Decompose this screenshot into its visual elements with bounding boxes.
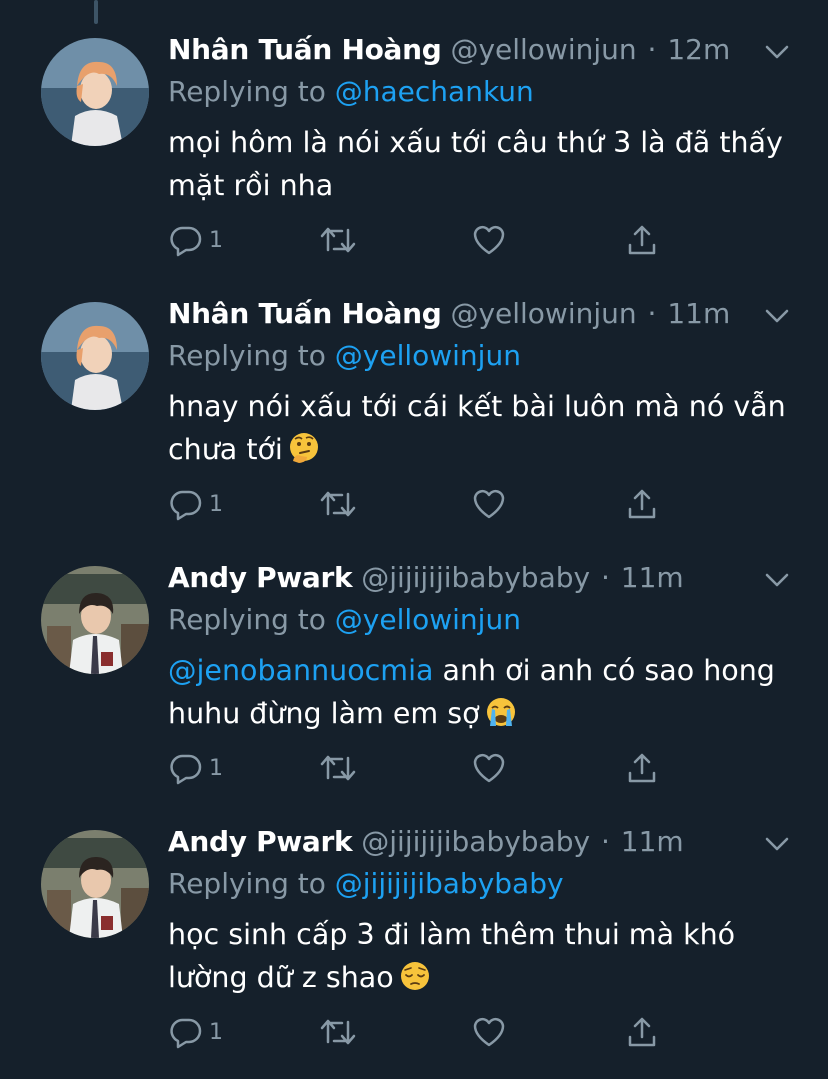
retweet-button[interactable] xyxy=(319,486,357,522)
share-button[interactable] xyxy=(625,486,659,522)
tweet-thread: Nhân Tuấn Hoàng @yellowinjun · 12m Reply… xyxy=(0,0,828,1079)
replying-to: Replying to @haechankun xyxy=(168,72,534,112)
tweet-body-text: hnay nói xấu tới cái kết bài luôn mà nó … xyxy=(168,390,786,466)
thinking-face-emoji xyxy=(287,431,321,465)
tweet-text: mọi hôm là nói xấu tới câu thứ 3 là đã t… xyxy=(168,121,788,207)
display-name[interactable]: Nhân Tuấn Hoàng xyxy=(168,33,442,66)
share-icon xyxy=(628,1017,656,1047)
tweet-text: hnay nói xấu tới cái kết bài luôn mà nó … xyxy=(168,385,788,471)
tweet-actions: 1 xyxy=(0,750,828,786)
retweet-button[interactable] xyxy=(319,222,357,258)
display-name[interactable]: Andy Pwark xyxy=(168,825,353,858)
retweet-button[interactable] xyxy=(319,750,357,786)
reply-count: 1 xyxy=(209,1019,223,1045)
crying-face-emoji xyxy=(484,695,518,729)
tweet[interactable]: Nhân Tuấn Hoàng @yellowinjun · 12m Reply… xyxy=(0,0,828,264)
tweet-body-text: học sinh cấp 3 đi làm thêm thui mà khó l… xyxy=(168,918,736,994)
reply-icon xyxy=(170,490,202,521)
heart-icon xyxy=(473,753,505,783)
replying-to: Replying to @yellowinjun xyxy=(168,336,521,376)
tweet[interactable]: Andy Pwark @jijijijibabybaby · 11m Reply… xyxy=(0,528,828,792)
user-handle[interactable]: @jijijijibabybaby xyxy=(361,825,590,858)
retweet-icon xyxy=(320,491,356,517)
separator-dot: · xyxy=(600,561,610,594)
tweet[interactable]: Nhân Tuấn Hoàng @yellowinjun · 11m Reply… xyxy=(0,264,828,528)
timestamp[interactable]: 11m xyxy=(667,297,730,330)
tweet-header: Andy Pwark @jijijijibabybaby · 11m xyxy=(168,822,684,862)
like-button[interactable] xyxy=(472,1014,506,1050)
reply-button[interactable]: 1 xyxy=(169,750,223,786)
avatar[interactable] xyxy=(41,302,149,410)
reply-count: 1 xyxy=(209,227,223,253)
replying-to-mention[interactable]: @yellowinjun xyxy=(335,603,521,636)
separator-dot: · xyxy=(600,825,610,858)
replying-to-mention[interactable]: @yellowinjun xyxy=(335,339,521,372)
avatar[interactable] xyxy=(41,830,149,938)
tweet-actions: 1 xyxy=(0,1014,828,1050)
share-button[interactable] xyxy=(625,1014,659,1050)
replying-to-label: Replying to xyxy=(168,603,326,636)
replying-to-mention[interactable]: @jijijijibabybaby xyxy=(335,867,564,900)
chevron-down-icon[interactable] xyxy=(760,568,794,592)
separator-dot: · xyxy=(647,33,657,66)
tweet-text: @jenobannuocmia anh ơi anh có sao hong h… xyxy=(168,649,788,735)
retweet-icon xyxy=(320,1019,356,1045)
reply-button[interactable]: 1 xyxy=(169,1014,223,1050)
user-handle[interactable]: @jijijijibabybaby xyxy=(361,561,590,594)
reply-count: 1 xyxy=(209,755,223,781)
chevron-down-icon[interactable] xyxy=(760,304,794,328)
replying-to-label: Replying to xyxy=(168,867,326,900)
reply-count: 1 xyxy=(209,491,223,517)
replying-to: Replying to @jijijijibabybaby xyxy=(168,864,564,904)
display-name[interactable]: Andy Pwark xyxy=(168,561,353,594)
reply-icon xyxy=(170,754,202,785)
replying-to-mention[interactable]: @haechankun xyxy=(335,75,534,108)
reply-button[interactable]: 1 xyxy=(169,222,223,258)
timestamp[interactable]: 12m xyxy=(667,33,730,66)
heart-icon xyxy=(473,225,505,255)
retweet-icon xyxy=(320,227,356,253)
timestamp[interactable]: 11m xyxy=(621,561,684,594)
user-handle[interactable]: @yellowinjun xyxy=(450,33,636,66)
tweet-header: Andy Pwark @jijijijibabybaby · 11m xyxy=(168,558,684,598)
replying-to: Replying to @yellowinjun xyxy=(168,600,521,640)
retweet-button[interactable] xyxy=(319,1014,357,1050)
replying-to-label: Replying to xyxy=(168,75,326,108)
heart-icon xyxy=(473,489,505,519)
tweet-actions: 1 xyxy=(0,486,828,522)
body-mention-link[interactable]: @jenobannuocmia xyxy=(168,654,433,687)
separator-dot: · xyxy=(647,297,657,330)
retweet-icon xyxy=(320,755,356,781)
display-name[interactable]: Nhân Tuấn Hoàng xyxy=(168,297,442,330)
share-icon xyxy=(628,225,656,255)
tweet-text: học sinh cấp 3 đi làm thêm thui mà khó l… xyxy=(168,913,788,999)
tweet[interactable]: Andy Pwark @jijijijibabybaby · 11m Reply… xyxy=(0,792,828,1056)
reply-button[interactable]: 1 xyxy=(169,486,223,522)
like-button[interactable] xyxy=(472,486,506,522)
like-button[interactable] xyxy=(472,750,506,786)
tweet-actions: 1 xyxy=(0,222,828,258)
avatar[interactable] xyxy=(41,566,149,674)
tweet-header: Nhân Tuấn Hoàng @yellowinjun · 11m xyxy=(168,294,730,334)
pensive-face-emoji xyxy=(398,959,432,993)
share-icon xyxy=(628,489,656,519)
tweet-header: Nhân Tuấn Hoàng @yellowinjun · 12m xyxy=(168,30,730,70)
user-handle[interactable]: @yellowinjun xyxy=(450,297,636,330)
like-button[interactable] xyxy=(472,222,506,258)
avatar[interactable] xyxy=(41,38,149,146)
heart-icon xyxy=(473,1017,505,1047)
share-button[interactable] xyxy=(625,750,659,786)
share-button[interactable] xyxy=(625,222,659,258)
replying-to-label: Replying to xyxy=(168,339,326,372)
reply-icon xyxy=(170,226,202,257)
chevron-down-icon[interactable] xyxy=(760,40,794,64)
timestamp[interactable]: 11m xyxy=(621,825,684,858)
tweet-body-text: mọi hôm là nói xấu tới câu thứ 3 là đã t… xyxy=(168,126,783,202)
chevron-down-icon[interactable] xyxy=(760,832,794,856)
share-icon xyxy=(628,753,656,783)
reply-icon xyxy=(170,1018,202,1049)
